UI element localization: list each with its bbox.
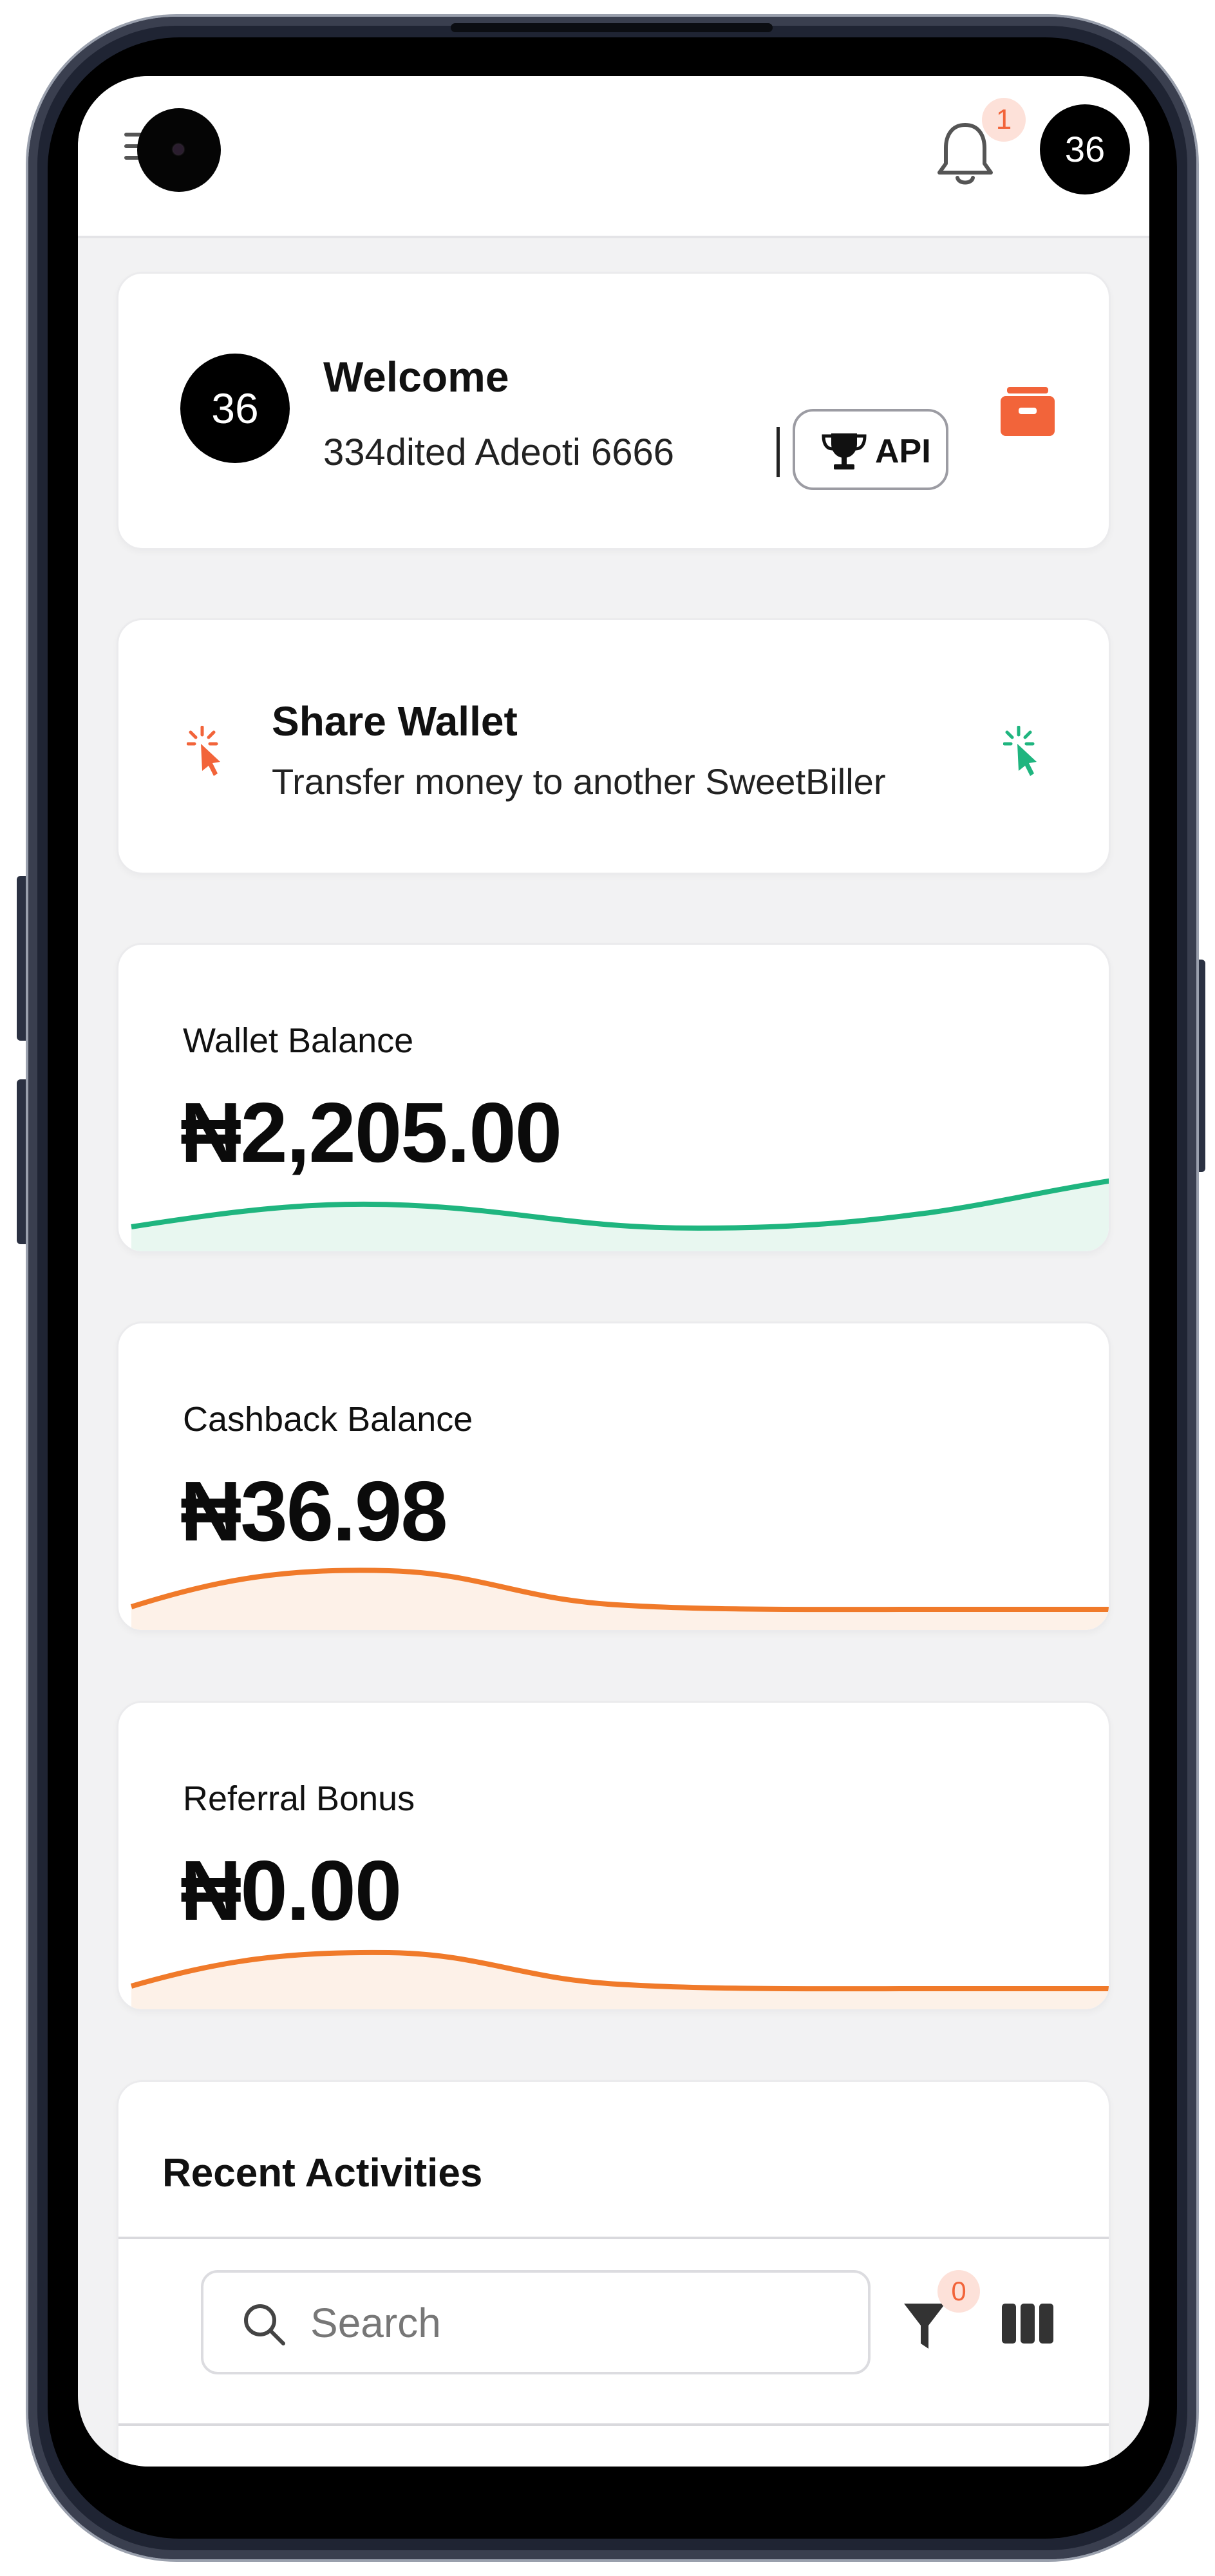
front-camera <box>137 108 221 192</box>
api-label: API <box>875 433 931 470</box>
filter-count-badge: 0 <box>937 2270 980 2313</box>
wallet-icon[interactable] <box>1001 387 1055 436</box>
referral-bonus-card: Referral Bonus ₦0.00 <box>117 1701 1111 2011</box>
welcome-username: 334dited Adeoti 6666 <box>323 431 675 473</box>
click-icon <box>186 725 228 781</box>
columns-icon[interactable] <box>1002 2304 1053 2347</box>
welcome-avatar: 36 <box>180 354 290 463</box>
referral-bonus-label: Referral Bonus <box>183 1779 415 1818</box>
cashback-balance-sparkline <box>130 1567 1109 1630</box>
divider <box>118 2237 1109 2239</box>
app-screen: 1 36 36 Welcome 334dited Adeoti 6666 API <box>78 76 1149 2467</box>
wallet-balance-sparkline <box>131 1178 1109 1251</box>
search-icon <box>244 2304 285 2345</box>
share-wallet-title: Share Wallet <box>272 698 518 744</box>
divider <box>118 2423 1109 2426</box>
welcome-card: 36 Welcome 334dited Adeoti 6666 API <box>117 272 1111 550</box>
welcome-title: Welcome <box>323 353 509 401</box>
recent-activities-title: Recent Activities <box>162 2151 483 2195</box>
notification-badge: 1 <box>982 98 1026 142</box>
search-input[interactable] <box>309 2296 850 2350</box>
cashback-balance-label: Cashback Balance <box>183 1400 473 1439</box>
device-stage: 1 36 36 Welcome 334dited Adeoti 6666 API <box>0 0 1215 2576</box>
speaker-grille <box>451 23 773 32</box>
click-icon <box>1003 725 1044 781</box>
recent-activities-card: Recent Activities 0 <box>117 2080 1111 2467</box>
top-bar: 1 36 <box>78 76 1149 238</box>
wallet-balance-card: Wallet Balance ₦2,205.00 <box>117 943 1111 1253</box>
share-wallet-subtitle: Transfer money to another SweetBiller <box>272 761 886 802</box>
divider <box>777 427 780 477</box>
trophy-icon <box>822 433 867 469</box>
api-button[interactable]: API <box>793 409 948 490</box>
share-wallet-card[interactable]: Share Wallet Transfer money to another S… <box>117 618 1111 875</box>
cashback-balance-card: Cashback Balance ₦36.98 <box>117 1321 1111 1632</box>
wallet-balance-label: Wallet Balance <box>183 1021 414 1060</box>
referral-bonus-sparkline <box>130 1949 1109 2009</box>
filter-icon[interactable] <box>903 2301 947 2356</box>
search-box[interactable] <box>201 2270 871 2374</box>
avatar[interactable]: 36 <box>1040 104 1130 194</box>
